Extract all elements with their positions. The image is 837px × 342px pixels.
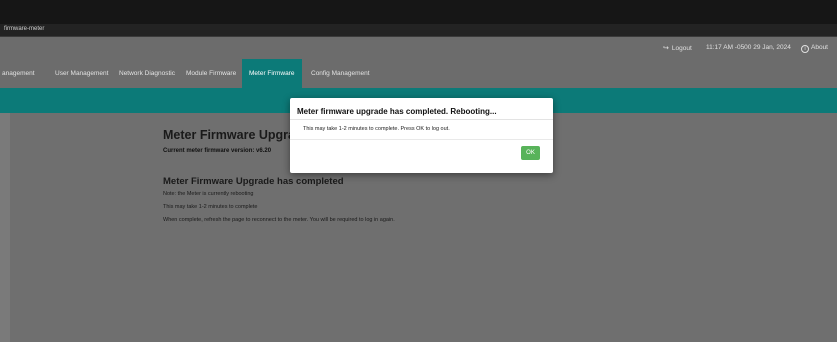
tab-network-diagnostic[interactable]: Network Diagnostic [119, 59, 175, 88]
info-icon: i [801, 45, 809, 53]
status-line: This may take 1-2 minutes to complete [163, 204, 258, 210]
tab-user-management[interactable]: User Management [55, 59, 108, 88]
status-heading: Meter Firmware Upgrade has completed [163, 176, 344, 187]
reboot-dialog: Meter firmware upgrade has completed. Re… [290, 98, 553, 173]
current-version: Current meter firmware version: v6.20 [163, 148, 272, 154]
top-bar [0, 0, 837, 24]
status-line: When complete, refresh the page to recon… [163, 217, 395, 223]
tab-management[interactable]: anagement [2, 59, 35, 88]
tab-config-management[interactable]: Config Management [311, 59, 370, 88]
nav-tabs: anagement User Management Network Diagno… [0, 59, 837, 88]
about-link[interactable]: i About [801, 44, 828, 53]
datetime-display: 11:17 AM -0500 29 Jan, 2024 [706, 44, 791, 51]
window-title-bar: firmware-meter [0, 24, 837, 37]
logout-icon: ↪ [663, 45, 669, 52]
ok-button[interactable]: OK [521, 146, 540, 160]
status-line: Note: the Meter is currently rebooting [163, 191, 254, 197]
dialog-body: This may take 1-2 minutes to complete. P… [303, 126, 450, 132]
dialog-divider [290, 119, 553, 120]
page-title: Meter Firmware Upgrade [163, 128, 310, 142]
tab-meter-firmware[interactable]: Meter Firmware [242, 59, 302, 88]
logout-label: Logout [671, 45, 692, 52]
dialog-title: Meter firmware upgrade has completed. Re… [297, 107, 497, 116]
tab-module-firmware[interactable]: Module Firmware [186, 59, 236, 88]
dialog-divider [290, 139, 553, 140]
utility-bar: ↪ Logout 11:17 AM -0500 29 Jan, 2024 i Abo… [0, 37, 837, 59]
about-label: About [811, 44, 828, 51]
page: firmware-meter ↪ Logout 11:17 AM -0500 29… [0, 0, 837, 342]
logout-link[interactable]: ↪ Logout [663, 44, 692, 52]
window-title: firmware-meter [4, 26, 45, 32]
